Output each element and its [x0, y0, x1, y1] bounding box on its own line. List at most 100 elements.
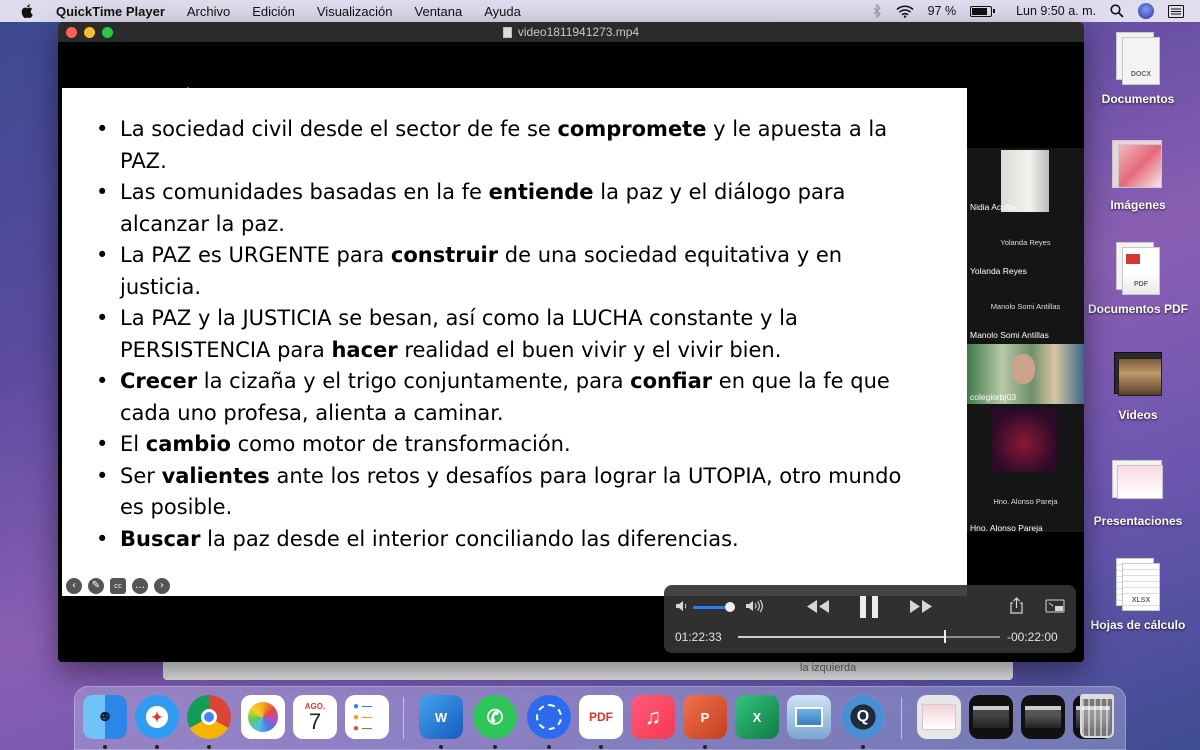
bullet-item: El cambio como motor de transformación. [96, 429, 920, 461]
timeline-scrubber[interactable] [738, 630, 1000, 643]
bullet-item: La PAZ es URGENTE para construir de una … [96, 240, 920, 303]
calendar-day: 7 [308, 708, 322, 734]
bullet-item: Las comunidades basadas en la fe entiend… [96, 177, 920, 240]
document-icon [502, 26, 512, 38]
finder-icon[interactable]: ☻ [83, 695, 127, 739]
minimized-window-2-icon[interactable] [1021, 695, 1065, 739]
desktop-folder-documentos-pdf[interactable]: PDF Documentos PDF [1088, 242, 1188, 316]
battery-icon[interactable] [970, 5, 996, 17]
wifi-icon[interactable] [896, 5, 914, 18]
elapsed-time: 01:22:33 [675, 630, 722, 644]
slide-bullet-list: La sociedad civil desde el sector de fe … [96, 114, 920, 556]
running-indicator [547, 745, 551, 749]
playback-controls[interactable]: 01:22:33 -00:22:00 [664, 585, 1076, 653]
reminders-icon[interactable]: ● — ● — ● — [345, 695, 389, 739]
desktop-folder-documentos[interactable]: DOCX Documentos [1088, 32, 1188, 106]
participant-face [1011, 354, 1035, 384]
running-indicator [703, 745, 707, 749]
desktop-label-hojas-de-calculo: Hojas de cálculo [1090, 618, 1186, 632]
playhead[interactable] [943, 630, 946, 643]
window-titlebar[interactable]: video1811941273.mp4 [58, 22, 1084, 42]
background-window[interactable] [163, 660, 1013, 680]
minimized-window-1-icon[interactable] [969, 695, 1013, 739]
desktop-label-documentos-pdf: Documentos PDF [1088, 302, 1189, 316]
music-icon[interactable]: ♫ [631, 695, 675, 739]
bluetooth-icon[interactable] [873, 4, 882, 18]
xlsx-file-icon: XLSX [1112, 558, 1164, 612]
apple-menu-icon[interactable] [18, 4, 36, 18]
fast-forward-icon[interactable] [909, 599, 933, 614]
pdf-file-icon: PDF [1112, 242, 1164, 296]
remaining-time: -00:22:00 [1007, 630, 1058, 644]
volume-low-icon[interactable] [675, 600, 688, 612]
presentation-stack-icon [1112, 454, 1164, 508]
desktop-label-presentaciones: Presentaciones [1093, 514, 1183, 528]
slide-toolbar: ‹ ✎ cc … › [66, 578, 170, 594]
trash-can-icon[interactable] [1080, 694, 1114, 738]
whatsapp-icon[interactable]: ✆ [473, 695, 517, 739]
presentation-slide: La sociedad civil desde el sector de fe … [62, 88, 967, 596]
menu-edicion[interactable]: Edición [252, 4, 295, 19]
pdf-expert-icon[interactable]: PDF [579, 695, 623, 739]
bullet-item: Buscar la paz desde el interior concilia… [96, 524, 920, 556]
calendar-icon[interactable]: AGO. 7 [293, 695, 337, 739]
preview-icon[interactable] [787, 695, 831, 739]
participant-tile[interactable]: Manolo Somi Antillas Manolo Somi Antilla… [967, 278, 1084, 340]
participant-tile[interactable]: Nidia Acuña [967, 148, 1084, 214]
share-icon[interactable] [1010, 597, 1023, 614]
volume-knob[interactable] [724, 602, 735, 612]
desktop-folder-hojas-de-calculo[interactable]: XLSX Hojas de cálculo [1088, 558, 1188, 632]
signal-icon[interactable] [527, 695, 571, 739]
photos-icon[interactable] [241, 695, 285, 739]
volume-high-icon[interactable] [745, 599, 765, 613]
more-options-icon[interactable]: … [132, 578, 148, 594]
participant-video [991, 408, 1057, 472]
zoom-window-button[interactable] [102, 27, 113, 38]
previous-slide-icon[interactable]: ‹ [66, 578, 82, 594]
chrome-icon[interactable] [187, 695, 231, 739]
desktop-folder-presentaciones[interactable]: Presentaciones [1088, 454, 1188, 528]
dock-separator [403, 697, 404, 739]
menu-visualizacion[interactable]: Visualización [317, 4, 393, 19]
excel-icon[interactable]: X [735, 695, 779, 739]
running-indicator [599, 745, 603, 749]
volume-slider[interactable] [693, 602, 735, 612]
bullet-item: Ser valientes ante los retos y desafíos … [96, 461, 920, 524]
quicktime-icon[interactable]: Q [841, 695, 885, 739]
menu-app-name[interactable]: QuickTime Player [56, 4, 165, 19]
running-indicator [861, 745, 865, 749]
safari-icon[interactable]: ✦ [135, 695, 179, 739]
minimize-window-button[interactable] [84, 27, 95, 38]
running-indicator [207, 745, 211, 749]
bullet-item: Crecer la cizaña y el trigo conjuntament… [96, 366, 920, 429]
picture-in-picture-icon[interactable] [1045, 599, 1065, 613]
dock-separator [901, 697, 902, 739]
rewind-icon[interactable] [806, 599, 830, 614]
downloads-stack-icon[interactable] [917, 695, 961, 739]
spotlight-search-icon[interactable] [1110, 4, 1124, 18]
running-indicator [103, 745, 107, 749]
pen-icon[interactable]: ✎ [88, 578, 104, 594]
user-avatar-icon[interactable] [1138, 3, 1154, 19]
participant-tile[interactable]: Yolanda Reyes Yolanda Reyes [967, 216, 1084, 278]
menu-bar: QuickTime Player Archivo Edición Visuali… [0, 0, 1200, 22]
control-center-icon[interactable] [1168, 4, 1184, 18]
participant-tile[interactable]: colegiorb|03 [967, 342, 1084, 404]
menu-archivo[interactable]: Archivo [187, 4, 230, 19]
next-slide-icon[interactable]: › [154, 578, 170, 594]
pause-icon[interactable] [859, 595, 879, 619]
word-icon[interactable]: W [419, 695, 463, 739]
close-window-button[interactable] [66, 27, 77, 38]
running-indicator [155, 745, 159, 749]
desktop-label-documentos: Documentos [1101, 92, 1175, 106]
desktop-folder-videos[interactable]: Videos [1088, 348, 1188, 422]
menubar-clock[interactable]: Lun 9:50 a. m. [1016, 4, 1096, 18]
powerpoint-icon[interactable]: P [683, 695, 727, 739]
window-title: video1811941273.mp4 [517, 25, 640, 39]
quicktime-window[interactable]: video1811941273.mp4 La sociedad civil de… [58, 22, 1084, 662]
participant-tile[interactable]: Hno. Alonso Pareja Hno. Alonso Pareja [967, 406, 1084, 533]
desktop-folder-imagenes[interactable]: Imágenes [1088, 138, 1188, 212]
captions-icon[interactable]: cc [110, 578, 126, 594]
menu-ayuda[interactable]: Ayuda [484, 4, 521, 19]
menu-ventana[interactable]: Ventana [415, 4, 463, 19]
